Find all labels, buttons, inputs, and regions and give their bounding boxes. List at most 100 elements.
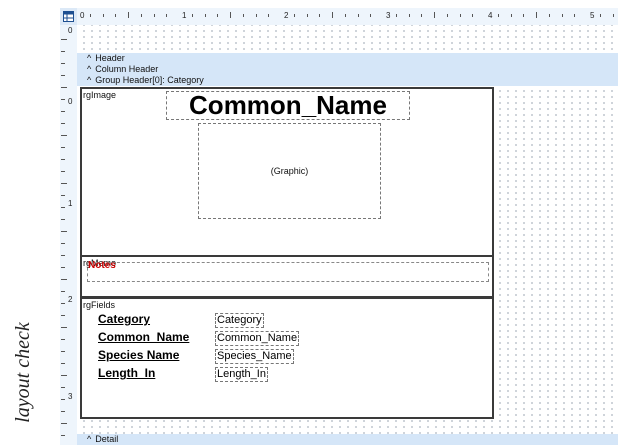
report-designer: 0 1 2 3 4 5 0 0 1 2 3 ^ Header ^ Column He… <box>60 8 618 445</box>
ruler-tick <box>61 339 65 340</box>
ruler-number: 4 <box>488 11 493 20</box>
ruler-tick <box>498 13 499 17</box>
field-value-species-name[interactable]: Species_Name <box>215 349 294 364</box>
ruler-tick <box>230 12 231 18</box>
grid-icon <box>63 11 74 22</box>
ruler-tick <box>307 13 308 17</box>
side-caption: layout check <box>8 300 38 445</box>
ruler-tick <box>61 315 65 316</box>
ruler-tick <box>61 243 65 244</box>
vertical-ruler[interactable]: 0 0 1 2 3 <box>60 25 77 445</box>
ruler-tick <box>217 13 218 17</box>
ruler-tick <box>61 267 65 268</box>
ruler-tick <box>61 195 65 196</box>
ruler-tick <box>61 75 65 76</box>
ruler-tick <box>61 51 65 52</box>
ruler-number: 1 <box>68 199 73 208</box>
ruler-tick <box>460 13 461 17</box>
ruler-tick <box>243 13 244 17</box>
collapse-caret-icon[interactable]: ^ <box>87 75 91 85</box>
ruler-tick <box>61 135 67 136</box>
band-group-header[interactable]: ^ Group Header[0]: Category <box>77 75 618 86</box>
ruler-tick <box>61 207 65 208</box>
field-label-species-name[interactable]: Species Name <box>98 348 179 362</box>
ruler-number: 0 <box>80 11 85 20</box>
ruler-tick <box>370 13 371 17</box>
image-region[interactable]: rgImage Common_Name (Graphic) <box>80 87 494 257</box>
band-label: Group Header[0]: Category <box>95 75 204 85</box>
ruler-tick <box>205 13 206 17</box>
ruler-tick <box>345 13 346 17</box>
band-column-header[interactable]: ^ Column Header <box>77 64 618 75</box>
ruler-tick <box>61 399 65 400</box>
ruler-corner-button[interactable] <box>60 8 77 25</box>
ruler-tick <box>61 183 67 184</box>
ruler-tick <box>61 423 67 424</box>
ruler-tick <box>268 13 269 17</box>
ruler-tick <box>61 411 65 412</box>
ruler-number: 3 <box>68 392 73 401</box>
collapse-caret-icon[interactable]: ^ <box>87 64 91 74</box>
ruler-tick <box>61 87 67 88</box>
ruler-tick <box>61 303 65 304</box>
ruler-tick <box>61 219 65 220</box>
field-value-category[interactable]: Category <box>215 313 264 328</box>
collapse-caret-icon[interactable]: ^ <box>87 53 91 63</box>
band-label: Column Header <box>95 64 159 74</box>
horizontal-ruler[interactable]: 0 1 2 3 4 5 <box>77 8 618 26</box>
ruler-tick <box>61 435 65 436</box>
notes-memo-field[interactable] <box>87 262 489 282</box>
ruler-tick <box>61 387 65 388</box>
ruler-tick <box>141 13 142 17</box>
field-label-category[interactable]: Category <box>98 312 150 326</box>
ruler-tick <box>434 12 435 18</box>
field-value-common-name[interactable]: Common_Name <box>215 331 300 346</box>
ruler-tick <box>421 13 422 17</box>
common-name-field[interactable]: Common_Name <box>166 91 410 120</box>
fields-region[interactable]: rgFields Category Category Common_Name C… <box>80 297 494 419</box>
ruler-tick <box>61 159 65 160</box>
ruler-tick <box>192 13 193 17</box>
memo-region[interactable]: rgMemo Notes <box>80 255 494 298</box>
notes-label: Notes <box>88 260 116 271</box>
ruler-tick <box>523 13 524 17</box>
ruler-tick <box>166 13 167 17</box>
ruler-tick <box>154 13 155 17</box>
band-label: Detail <box>95 434 119 444</box>
collapse-caret-icon[interactable]: ^ <box>87 434 91 444</box>
side-caption-text: layout check <box>11 322 34 423</box>
ruler-number: 2 <box>284 11 289 20</box>
ruler-tick <box>61 111 65 112</box>
ruler-tick <box>472 13 473 17</box>
band-header[interactable]: ^ Header <box>77 53 618 64</box>
field-value-length-in[interactable]: Length_In <box>215 367 268 382</box>
graphic-placeholder[interactable]: (Graphic) <box>198 123 381 219</box>
ruler-tick <box>128 12 129 18</box>
ruler-tick <box>61 375 67 376</box>
ruler-number: 2 <box>68 295 73 304</box>
ruler-tick <box>61 279 67 280</box>
field-label-length-in[interactable]: Length_In <box>98 366 155 380</box>
ruler-tick <box>90 13 91 17</box>
ruler-tick <box>358 13 359 17</box>
ruler-tick <box>61 327 67 328</box>
ruler-number: 0 <box>68 26 73 35</box>
ruler-number: 1 <box>182 11 187 20</box>
ruler-number: 5 <box>590 11 595 20</box>
region-name-label: rgImage <box>83 90 117 100</box>
ruler-number: 3 <box>386 11 391 20</box>
ruler-tick <box>447 13 448 17</box>
ruler-tick <box>61 99 65 100</box>
band-detail[interactable]: ^ Detail <box>77 434 618 445</box>
ruler-tick <box>61 231 67 232</box>
ruler-tick <box>319 13 320 17</box>
ruler-number: 0 <box>68 97 73 106</box>
ruler-tick <box>61 147 65 148</box>
field-label-common-name[interactable]: Common_Name <box>98 330 189 344</box>
ruler-tick <box>61 39 67 40</box>
ruler-tick <box>115 13 116 17</box>
ruler-tick <box>61 63 65 64</box>
ruler-tick <box>61 291 65 292</box>
ruler-tick <box>409 13 410 17</box>
ruler-tick <box>396 13 397 17</box>
